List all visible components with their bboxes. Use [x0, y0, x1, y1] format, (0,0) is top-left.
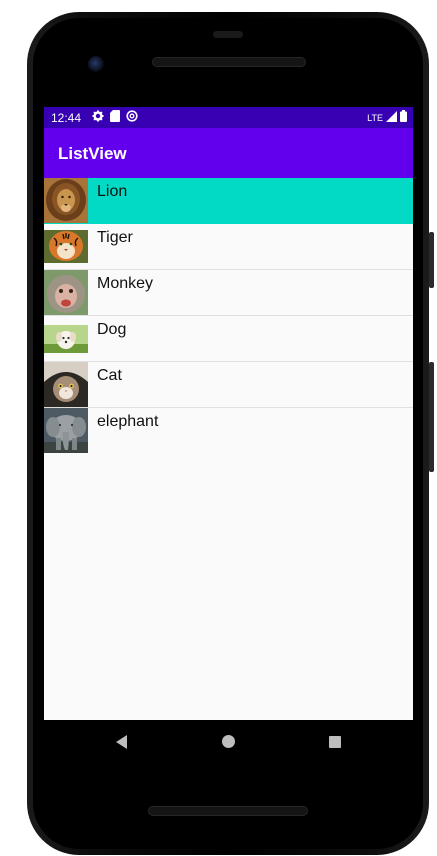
list-item-label: Tiger: [97, 229, 133, 246]
monkey-image: [44, 270, 88, 315]
list-item-tiger[interactable]: Tiger: [44, 224, 413, 270]
list-item-label: Lion: [97, 183, 128, 200]
tiger-image: [44, 224, 88, 269]
list-item-label: Dog: [97, 321, 127, 338]
app-bar-title: ListView: [58, 144, 127, 163]
data-saver-icon: [126, 109, 138, 125]
app-screen: 12:44 LTE ListView Lion Tiger Monkey Dog…: [44, 107, 413, 720]
elephant-image: [44, 408, 88, 453]
recents-icon[interactable]: [329, 736, 341, 748]
status-bar: 12:44 LTE: [44, 107, 413, 128]
volume-button: [429, 362, 434, 472]
app-bar: ListView: [44, 128, 413, 178]
list-item-label: Monkey: [97, 275, 154, 292]
lion-image: [44, 178, 88, 223]
home-icon[interactable]: [222, 735, 235, 748]
list-item-label: elephant: [97, 413, 159, 430]
dog-image: [44, 316, 88, 361]
signal-icon: [386, 110, 397, 125]
list-item-lion[interactable]: Lion: [44, 178, 413, 224]
phone-top-slot: [213, 31, 243, 38]
gear-icon: [92, 110, 104, 125]
sd-card-icon: [110, 109, 120, 125]
navigation-bar: [44, 720, 413, 764]
animal-list[interactable]: Lion Tiger Monkey Dog Cat elephant: [44, 178, 413, 453]
back-icon[interactable]: [116, 735, 127, 749]
battery-icon: [400, 110, 407, 125]
power-button: [429, 232, 434, 288]
list-item-cat[interactable]: Cat: [44, 362, 413, 408]
network-type: LTE: [367, 112, 383, 123]
earpiece-speaker: [152, 57, 306, 67]
list-item-label: Cat: [97, 367, 122, 384]
list-item-elephant[interactable]: elephant: [44, 408, 413, 453]
list-item-dog[interactable]: Dog: [44, 316, 413, 362]
front-camera: [88, 56, 104, 72]
bottom-speaker: [148, 806, 308, 816]
list-item-monkey[interactable]: Monkey: [44, 270, 413, 316]
cat-image: [44, 362, 88, 407]
status-time: 12:44: [51, 111, 82, 125]
